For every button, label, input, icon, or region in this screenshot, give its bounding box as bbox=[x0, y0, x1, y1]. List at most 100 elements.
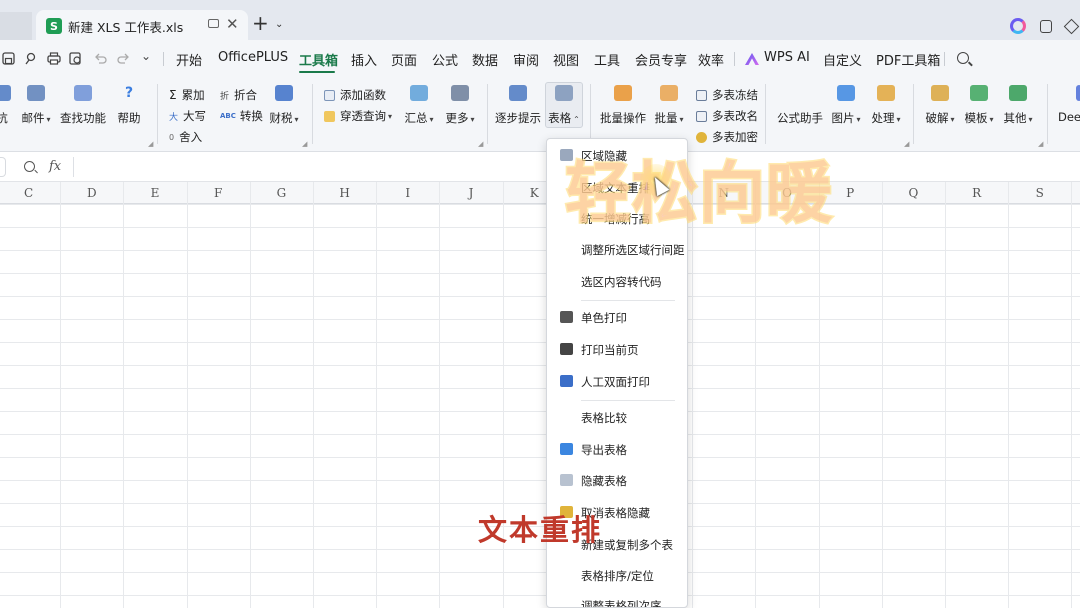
column-header[interactable]: E bbox=[123, 182, 186, 204]
button-label: 穿透查询 bbox=[340, 109, 386, 123]
restore-window-icon[interactable] bbox=[1040, 20, 1052, 33]
menu-insert[interactable]: 插入 bbox=[351, 50, 377, 69]
dropdown-item[interactable]: 导出表格 bbox=[547, 435, 687, 463]
menu-toolbox[interactable]: 工具箱 bbox=[299, 50, 338, 69]
more-button[interactable]: 更多 ▾ bbox=[432, 85, 488, 126]
close-tab-icon[interactable]: ✕ bbox=[226, 15, 239, 33]
print-icon[interactable] bbox=[47, 52, 61, 65]
column-header[interactable]: G bbox=[250, 182, 313, 204]
dropdown-item-label: 选区内容转代码 bbox=[581, 275, 662, 289]
menu-customize[interactable]: 自定义 bbox=[823, 50, 862, 69]
cube-icon[interactable] bbox=[1063, 18, 1080, 35]
quick-access-dropdown-icon[interactable]: ⌄ bbox=[141, 49, 151, 63]
group-expand-icon[interactable]: ◢ bbox=[904, 140, 909, 148]
menu-page[interactable]: 页面 bbox=[391, 50, 417, 69]
dropdown-item[interactable]: 人工双面打印 bbox=[547, 367, 687, 395]
search-icon[interactable] bbox=[957, 52, 969, 64]
dropdown-item[interactable]: 选区内容转代码 bbox=[547, 267, 687, 295]
menu-home[interactable]: 开始 bbox=[176, 50, 202, 69]
deep-button[interactable]: Deep bbox=[1050, 85, 1080, 124]
process-button[interactable]: 处理 ▾ bbox=[858, 85, 914, 126]
column-header[interactable]: Q bbox=[882, 182, 945, 204]
button-label: 添加函数 bbox=[340, 88, 386, 102]
drill-query-button[interactable]: 穿透查询 ▾ bbox=[324, 108, 392, 124]
previous-tab[interactable] bbox=[0, 12, 32, 40]
freeze-icon bbox=[696, 89, 707, 101]
convert-icon: ABC bbox=[220, 112, 236, 120]
batch-button[interactable]: 批量 ▾ bbox=[641, 85, 697, 126]
redo-icon[interactable] bbox=[117, 52, 130, 65]
image-icon bbox=[837, 85, 855, 101]
group-expand-icon[interactable]: ◢ bbox=[1038, 140, 1043, 148]
grid-column-line bbox=[439, 182, 441, 608]
other-button[interactable]: 其他 ▾ bbox=[990, 85, 1046, 126]
ribbon-button-label: 帮助 bbox=[117, 111, 141, 125]
name-box[interactable] bbox=[0, 157, 6, 177]
column-header[interactable]: C bbox=[0, 182, 60, 204]
new-tab-dropdown-icon[interactable]: ⌄ bbox=[275, 19, 283, 30]
dropdown-item[interactable]: 打印当前页 bbox=[547, 335, 687, 363]
ribbon-button-label: Deep bbox=[1058, 110, 1080, 124]
menu-formula[interactable]: 公式 bbox=[432, 50, 458, 69]
dropdown-item[interactable]: 表格比较 bbox=[547, 403, 687, 431]
column-header[interactable]: D bbox=[60, 182, 123, 204]
help-button[interactable]: ? 帮助 bbox=[101, 85, 157, 126]
menu-wps-ai[interactable]: WPS AI bbox=[764, 50, 810, 65]
group-expand-icon[interactable]: ◢ bbox=[478, 140, 483, 148]
dropdown-item[interactable]: 隐藏表格 bbox=[547, 466, 687, 494]
menu-member[interactable]: 会员专享 bbox=[635, 50, 687, 69]
dropdown-item[interactable]: 单色打印 bbox=[547, 303, 687, 331]
ribbon-button-label: 处理 ▾ bbox=[871, 111, 901, 125]
find-icon bbox=[74, 85, 92, 101]
add-function-button[interactable]: 添加函数 bbox=[324, 87, 386, 103]
group-expand-icon[interactable]: ◢ bbox=[302, 140, 307, 148]
insert-function-icon[interactable]: fx bbox=[49, 159, 61, 174]
link-icon[interactable] bbox=[24, 52, 37, 65]
column-header[interactable]: S bbox=[1008, 182, 1071, 204]
column-header[interactable]: I bbox=[376, 182, 439, 204]
uppercase-icon: 大 bbox=[169, 112, 179, 123]
fold-button[interactable]: 折折合 bbox=[220, 87, 257, 103]
ribbon-button-label: 表格 ⌃ bbox=[548, 111, 580, 125]
column-header[interactable]: F bbox=[187, 182, 250, 204]
duplex-print-icon bbox=[560, 375, 573, 387]
sigma-icon: Σ bbox=[169, 88, 177, 102]
print-preview-icon[interactable] bbox=[69, 52, 83, 65]
more-icon bbox=[451, 85, 469, 101]
multi-freeze-button[interactable]: 多表冻结 bbox=[696, 87, 758, 103]
column-header[interactable]: H bbox=[313, 182, 376, 204]
round-button[interactable]: 0 舍入 bbox=[169, 129, 202, 145]
column-header[interactable]: J bbox=[439, 182, 502, 204]
menu-review[interactable]: 审阅 bbox=[513, 50, 539, 69]
group-expand-icon[interactable]: ◢ bbox=[148, 140, 153, 148]
save-icon[interactable] bbox=[2, 52, 15, 65]
undo-icon[interactable] bbox=[94, 52, 107, 65]
column-header[interactable]: R bbox=[945, 182, 1008, 204]
multi-rename-button[interactable]: 多表改名 bbox=[696, 108, 758, 124]
table-button[interactable]: 表格 ⌃ bbox=[536, 85, 592, 126]
menu-tools[interactable]: 工具 bbox=[594, 50, 620, 69]
button-label: 折合 bbox=[234, 88, 258, 102]
uppercase-button[interactable]: 大大写 bbox=[169, 108, 206, 124]
button-label: 多表冻结 bbox=[712, 88, 758, 102]
menu-view[interactable]: 视图 bbox=[553, 50, 579, 69]
menu-data[interactable]: 数据 bbox=[472, 50, 498, 69]
tax-button[interactable]: 财税 ▾ bbox=[256, 85, 312, 126]
document-tab[interactable]: S 新建 XLS 工作表.xls ✕ bbox=[36, 10, 248, 42]
zoom-icon[interactable] bbox=[24, 161, 35, 172]
ribbon-button-label: 更多 ▾ bbox=[445, 111, 475, 125]
menu-efficiency[interactable]: 效率 bbox=[698, 50, 724, 69]
dropdown-item[interactable]: 调整所选区域行间距 bbox=[547, 235, 687, 263]
button-label: 舍入 bbox=[179, 130, 203, 144]
drill-query-icon bbox=[324, 110, 335, 122]
ribbon-button-label: 批量 ▾ bbox=[654, 111, 684, 125]
dropdown-item[interactable]: 表格排序/定位 bbox=[547, 561, 687, 589]
formula-bar-divider bbox=[73, 157, 74, 177]
menu-officeplus[interactable]: OfficePLUS bbox=[218, 50, 288, 65]
copilot-icon[interactable] bbox=[1010, 18, 1026, 34]
new-tab-icon[interactable]: + bbox=[252, 13, 269, 33]
window-icon[interactable] bbox=[208, 19, 219, 28]
menu-pdf-toolbox[interactable]: PDF工具箱 bbox=[876, 50, 940, 69]
accumulate-button[interactable]: Σ 累加 bbox=[169, 87, 205, 103]
dropdown-item[interactable]: 调整表格列次序 bbox=[547, 591, 687, 607]
